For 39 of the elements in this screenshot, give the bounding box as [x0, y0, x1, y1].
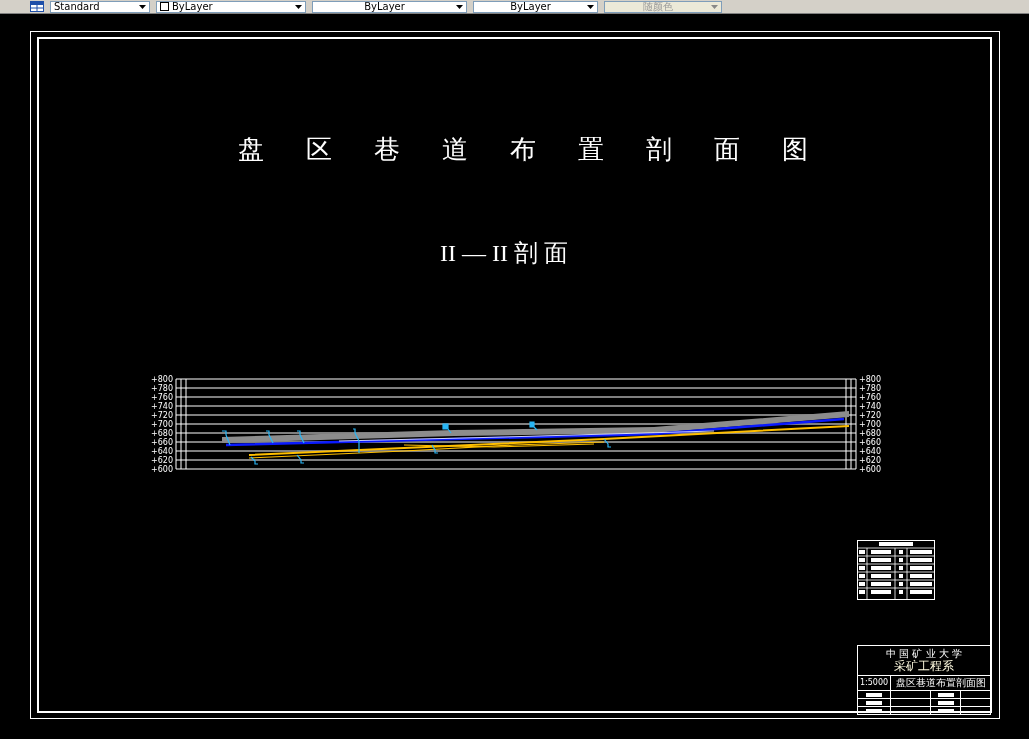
caret-icon [456, 4, 463, 9]
dropdown[interactable]: ByLayer [473, 0, 598, 13]
elevation-label: +660 [859, 438, 881, 447]
section-title: II — II 剖 面 [440, 239, 568, 268]
elevation-label: +620 [151, 456, 173, 465]
elevation-label: +700 [859, 420, 881, 429]
elevation-label: +740 [859, 402, 881, 411]
caret-icon [295, 4, 302, 9]
scale-label: 1:5000 [858, 676, 891, 690]
elevation-label: +800 [151, 375, 173, 384]
elevation-label: +720 [151, 411, 173, 420]
elevation-label: +660 [151, 438, 173, 447]
university-name: 中 国 矿 业 大 学 [886, 648, 962, 659]
department-name: 采矿工程系 [894, 659, 954, 673]
elevation-label: +600 [151, 465, 173, 474]
elevation-label: +780 [151, 384, 173, 393]
elevation-label: +620 [859, 456, 881, 465]
caret-icon [139, 4, 146, 9]
dropdown[interactable]: ByLayer [312, 0, 467, 13]
elevation-label: +740 [151, 402, 173, 411]
elevation-label: +680 [151, 429, 173, 438]
caret-icon [587, 4, 594, 9]
elevation-label: +720 [859, 411, 881, 420]
elevation-label: +800 [859, 375, 881, 384]
elevation-label: +760 [151, 393, 173, 402]
elevation-label: +760 [859, 393, 881, 402]
caret-icon [711, 4, 718, 9]
drawing-name: 盘区巷道布置剖面图 [894, 677, 987, 689]
elevation-label: +680 [859, 429, 881, 438]
elevation-label: +700 [151, 420, 173, 429]
dropdown[interactable]: ByLayer [156, 0, 306, 13]
elevation-label: +640 [151, 447, 173, 456]
dropdown[interactable]: Standard [50, 0, 150, 13]
elevation-label: +600 [859, 465, 881, 474]
drawing-title: 盘区巷道布置剖面图 [238, 133, 850, 166]
table-style-icon[interactable] [30, 1, 44, 12]
elevation-label: +780 [859, 384, 881, 393]
layer-swatch-icon [160, 2, 169, 11]
elevation-label: +640 [859, 447, 881, 456]
